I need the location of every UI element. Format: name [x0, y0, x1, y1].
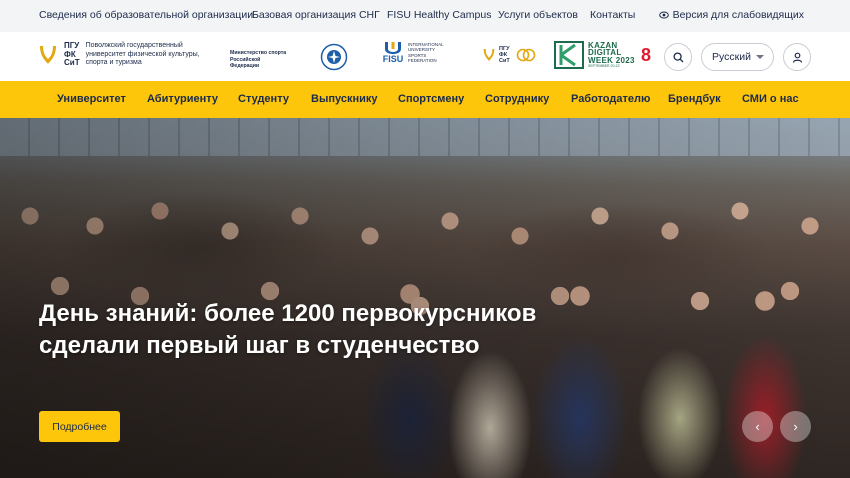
fisu-logo[interactable]: FISU INTERNATIONAL UNIVERSITY SPORTS FED…	[382, 41, 446, 64]
kazan-line-3: WEEK 2023	[588, 55, 635, 65]
kazan-text-block: KAZAN DIGITAL WEEK 2023 SEPTEMBER 20-22	[588, 42, 635, 69]
nav-item-university[interactable]: Университет	[57, 93, 126, 105]
main-navigation: Университет Абитуриенту Студенту Выпускн…	[0, 81, 850, 118]
accessibility-version-label: Версия для слабовидящих	[672, 9, 804, 21]
university-emblem-icon	[40, 45, 56, 64]
nav-item-brandbook[interactable]: Брендбук	[668, 93, 721, 105]
slider-next-button[interactable]: ›	[780, 411, 811, 442]
language-select[interactable]: Русский	[701, 43, 774, 71]
nav-item-media[interactable]: СМИ о нас	[742, 93, 799, 105]
nav-item-employers[interactable]: Работодателю	[571, 93, 650, 105]
cis-logo[interactable]	[320, 43, 348, 76]
search-icon	[672, 51, 683, 62]
site-header: ПГУ ФК СиТ Поволжский государственный ун…	[0, 32, 850, 81]
chevron-left-icon: ‹	[755, 419, 760, 434]
kazan-dates: SEPTEMBER 20-22	[588, 64, 620, 69]
chevron-down-icon	[756, 55, 764, 59]
university-full-name: Поволжский государственный университет ф…	[85, 42, 200, 66]
nav-item-graduates[interactable]: Выпускнику	[311, 93, 377, 105]
cis-emblem-icon	[320, 43, 348, 71]
user-icon	[792, 52, 802, 63]
rings-icon	[516, 48, 536, 62]
kazan-digital-week-logo[interactable]: KAZAN DIGITAL WEEK 2023 SEPTEMBER 20-22	[554, 41, 635, 69]
topbar-link-fisu-campus[interactable]: FISU Healthy Campus	[387, 9, 491, 21]
chevron-right-icon: ›	[793, 419, 798, 434]
fisu-mark: FISU	[382, 41, 404, 64]
slider-prev-button[interactable]: ‹	[742, 411, 773, 442]
nav-item-applicants[interactable]: Абитуриенту	[147, 93, 218, 105]
pguf-small-abbr: ПГУ ФК СиТ	[499, 46, 510, 64]
search-button[interactable]	[664, 43, 692, 71]
language-current: Русский	[712, 51, 751, 63]
eye-icon	[658, 11, 669, 19]
topbar-link-education-info[interactable]: Сведения об образовательной организации	[39, 9, 253, 21]
pguf-emblem-small-icon	[483, 49, 495, 61]
fisu-name: FISU	[382, 54, 404, 64]
accessibility-version-link[interactable]: Версия для слабовидящих	[658, 9, 804, 21]
user-account-button[interactable]	[783, 43, 811, 71]
fisu-full-name: INTERNATIONAL UNIVERSITY SPORTS FEDERATI…	[408, 41, 444, 64]
ministry-of-sport-logo[interactable]: Министерство спорта Российской Федерации	[230, 50, 290, 70]
nav-item-athletes[interactable]: Спортсмену	[398, 93, 464, 105]
abbr-line-3: СиТ	[64, 58, 80, 67]
topbar-link-contacts[interactable]: Контакты	[590, 9, 635, 21]
top-utility-bar: Сведения об образовательной организации …	[0, 0, 850, 32]
university-logo[interactable]: ПГУ ФК СиТ Поволжский государственный ун…	[38, 41, 208, 68]
read-more-button[interactable]: Подробнее	[39, 411, 120, 442]
eight-logo[interactable]: 8	[641, 45, 651, 66]
nav-item-students[interactable]: Студенту	[238, 93, 289, 105]
hero-title: День знаний: более 1200 первокурсников с…	[39, 300, 537, 359]
fisu-u-icon	[385, 42, 401, 54]
pguf-anniversary-logo[interactable]: ПГУ ФК СиТ	[482, 46, 536, 64]
nav-item-staff[interactable]: Сотруднику	[485, 93, 549, 105]
university-abbr: ПГУ ФК СиТ	[64, 41, 80, 68]
topbar-link-services[interactable]: Услуги объектов	[498, 9, 578, 21]
hero-slider: День знаний: более 1200 первокурсников с…	[0, 118, 850, 478]
topbar-link-cis-base[interactable]: Базовая организация СНГ	[252, 9, 380, 21]
kazan-k-icon	[554, 41, 584, 69]
